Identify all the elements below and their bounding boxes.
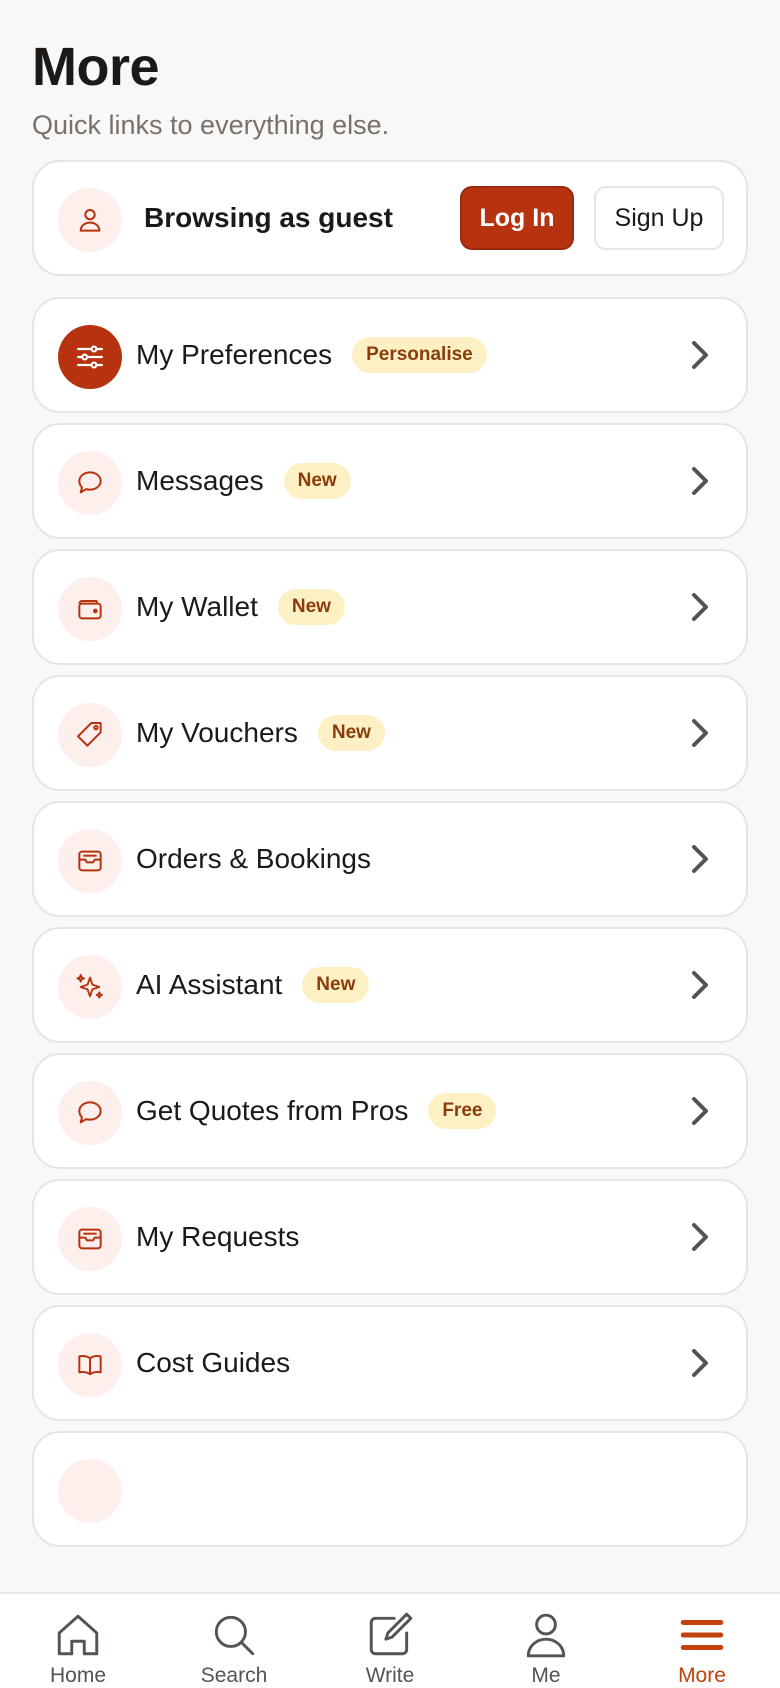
menu-item-preferences[interactable]: My Preferences Personalise — [32, 297, 748, 413]
wallet-icon — [58, 577, 122, 641]
tab-write[interactable]: Write — [312, 1594, 468, 1688]
menu-item-label: My Wallet — [136, 591, 258, 622]
chevron-right-icon — [692, 467, 708, 495]
menu-item-label: AI Assistant — [136, 969, 283, 1000]
tab-label: Search — [200, 1664, 268, 1687]
tab-label: Write — [365, 1664, 415, 1687]
menu-item-label: Cost Guides — [136, 1347, 291, 1378]
more-screen: More Quick links to everything else. Bro… — [0, 0, 780, 1688]
user-icon — [526, 1613, 566, 1658]
search-icon — [214, 1615, 255, 1656]
tab-search[interactable]: Search — [156, 1594, 312, 1688]
menu-item-label: My Vouchers — [136, 717, 298, 748]
chevron-right-icon — [692, 1349, 708, 1377]
status-badge: New — [317, 715, 385, 751]
menu-item-ai-assistant[interactable]: AI Assistant New — [32, 927, 748, 1043]
inbox-icon — [58, 1207, 122, 1271]
page-subtitle: Quick links to everything else. — [32, 110, 390, 140]
signup-button[interactable]: Sign Up — [594, 186, 724, 250]
guest-label: Browsing as guest — [144, 202, 393, 233]
menu-item-label: My Requests — [136, 1221, 300, 1252]
menu-item-vouchers[interactable]: My Vouchers New — [32, 675, 748, 791]
chevron-right-icon — [692, 341, 708, 369]
tab-more[interactable]: More — [624, 1594, 780, 1688]
status-badge: Free — [428, 1093, 497, 1129]
menu-item-label: Orders & Bookings — [136, 843, 371, 874]
status-badge: Personalise — [352, 337, 487, 373]
chevron-right-icon — [692, 1223, 708, 1251]
menu-icon — [680, 1620, 724, 1650]
chevron-right-icon — [692, 593, 708, 621]
tab-label: More — [678, 1664, 726, 1687]
menu-item-get-quotes[interactable]: Get Quotes from Pros Free — [32, 1053, 748, 1169]
menu-item-wallet[interactable]: My Wallet New — [32, 549, 748, 665]
menu-item-partial[interactable] — [32, 1431, 748, 1547]
status-badge: New — [302, 967, 370, 1003]
menu-item-label: Messages — [136, 465, 264, 496]
menu-item-label: My Preferences — [136, 339, 333, 370]
book-open-icon — [58, 1333, 122, 1397]
status-badge: New — [277, 589, 345, 625]
guest-card: Browsing as guest Log In Sign Up — [32, 160, 748, 276]
chat-bubble-icon — [58, 451, 122, 515]
bottom-tab-bar: Home Search Write Me More — [0, 1592, 780, 1688]
menu-item-cost-guides[interactable]: Cost Guides — [32, 1305, 748, 1421]
home-icon — [57, 1614, 99, 1656]
status-badge: New — [283, 463, 351, 499]
chevron-right-icon — [692, 971, 708, 999]
page-title: More — [32, 37, 160, 97]
chevron-right-icon — [692, 719, 708, 747]
tag-icon — [58, 703, 122, 767]
chevron-right-icon — [692, 1097, 708, 1125]
chat-bubble-icon — [58, 1081, 122, 1145]
tab-label: Me — [531, 1664, 561, 1687]
edit-icon — [369, 1612, 413, 1656]
menu-item-requests[interactable]: My Requests — [32, 1179, 748, 1295]
login-button[interactable]: Log In — [460, 186, 574, 250]
sparkles-icon — [58, 955, 122, 1019]
tab-me[interactable]: Me — [468, 1594, 624, 1688]
menu-item-messages[interactable]: Messages New — [32, 423, 748, 539]
item-icon — [58, 1459, 122, 1523]
tab-label: Home — [49, 1664, 107, 1687]
tab-home[interactable]: Home — [0, 1594, 156, 1688]
menu-item-orders[interactable]: Orders & Bookings — [32, 801, 748, 917]
inbox-icon — [58, 829, 122, 893]
chevron-right-icon — [692, 845, 708, 873]
sliders-icon — [58, 325, 122, 389]
user-icon — [58, 188, 122, 252]
menu-item-label: Get Quotes from Pros — [136, 1095, 409, 1126]
